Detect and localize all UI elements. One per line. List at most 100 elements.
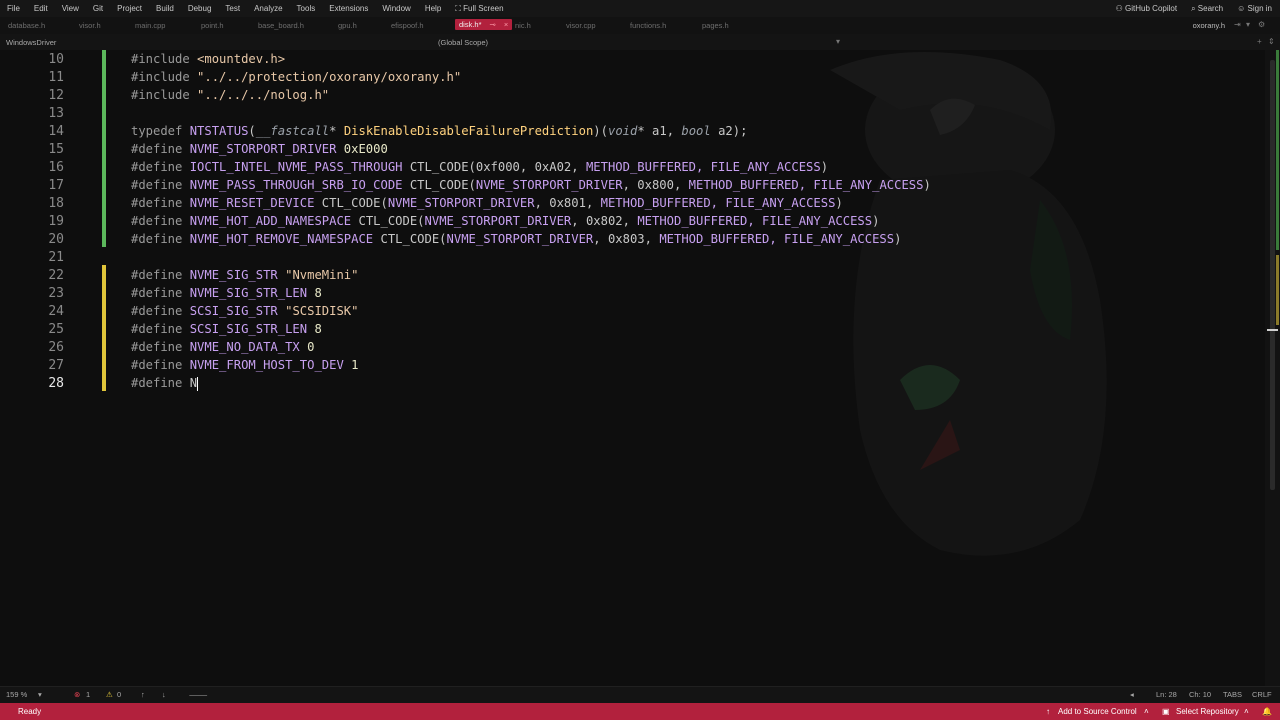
line-indicator[interactable]: Ln: 28 [1156,690,1177,699]
tab-point-h[interactable]: point.h [201,21,224,30]
scroll-position-marker [1267,329,1278,331]
chevron-down-icon[interactable]: ▾ [38,690,42,699]
arrow-up-icon[interactable]: ↑ [141,690,145,699]
menu-right: ⚇ GitHub Copilot ⌕ Search ☺ Sign in [1116,0,1272,17]
code-line: #define NVME_SIG_STR "NvmeMini" [131,268,359,282]
tab-base-board-h[interactable]: base_board.h [258,21,304,30]
vertical-scrollbar[interactable] [1265,50,1280,686]
column-indicator[interactable]: Ch: 10 [1189,690,1211,699]
line-number: 27 [48,358,64,373]
arrow-down-icon[interactable]: ↓ [162,690,166,699]
code-line: #define NVME_FROM_HOST_TO_DEV 1 [131,358,359,372]
menu-window[interactable]: Window [375,4,417,13]
code-line: #define NVME_HOT_ADD_NAMESPACE CTL_CODE(… [131,214,880,228]
tab-visor-cpp[interactable]: visor.cpp [566,21,596,30]
code-line: #define SCSI_SIG_STR "SCSIDISK" [131,304,359,318]
select-repository[interactable]: Select Repository [1176,707,1239,716]
menu-git[interactable]: Git [86,4,110,13]
error-icon[interactable]: ⊗ [74,690,80,699]
zoom-level[interactable]: 159 % [6,690,27,699]
text-caret [197,376,199,391]
tab-nic-h[interactable]: nic.h [515,21,531,30]
sign-in-button[interactable]: ☺ Sign in [1237,4,1272,13]
line-number: 21 [48,250,64,265]
code-line: #define NVME_STORPORT_DRIVER 0xE000 [131,142,388,156]
sign-in-label: Sign in [1247,4,1272,13]
menu-file[interactable]: File [0,4,27,13]
line-number: 18 [48,196,64,211]
line-number: 22 [48,268,64,283]
line-number: 16 [48,160,64,175]
project-dropdown[interactable]: WindowsDriver [6,38,56,47]
tab-disk-h[interactable]: disk.h* ⊸ × [455,19,513,30]
warning-icon[interactable]: ⚠ [106,690,113,699]
scroll-left-icon[interactable]: ◂ [1130,690,1134,699]
menu-extensions[interactable]: Extensions [322,4,375,13]
copilot-icon: ⚇ [1115,4,1126,13]
tab-disk-label: disk.h* [459,20,482,29]
tab-pages-h[interactable]: pages.h [702,21,729,30]
tab-functions-h[interactable]: functions.h [630,21,666,30]
scope-chevron-icon[interactable]: ▾ [836,37,840,46]
change-bar-modified [102,265,106,391]
line-number: 24 [48,304,64,319]
scope-dropdown[interactable]: (Global Scope) [438,38,488,47]
arrow-up-icon: ↑ [1046,707,1050,716]
fullscreen-label: Full Screen [463,3,504,13]
editor-status-bar: 159 % ▾ ⊗ 1 ⚠ 0 ↑ ↓ ⸻ ◂ Ln: 28 Ch: 10 TA… [0,686,1280,703]
code-line: #define NVME_HOT_REMOVE_NAMESPACE CTL_CO… [131,232,902,246]
tab-database-h[interactable]: database.h [8,21,45,30]
menu-view[interactable]: View [55,4,86,13]
close-icon[interactable]: × [504,20,508,29]
github-copilot-button[interactable]: ⚇ GitHub Copilot [1116,4,1177,13]
notifications-icon[interactable]: 🔔 [1262,707,1272,716]
status-ready: Ready [18,707,42,716]
search-icon: ⌕ [1191,3,1198,13]
line-number: 25 [48,322,64,337]
error-count[interactable]: 1 [86,690,90,699]
code-line: typedef NTSTATUS(__fastcall* DiskEnableD… [131,124,748,138]
code-line: #define NVME_SIG_STR_LEN 8 [131,286,322,300]
add-icon[interactable]: + [1257,37,1262,46]
menu-tools[interactable]: Tools [290,4,323,13]
overflow-tab[interactable]: oxorany.h [1193,21,1225,30]
tab-main-cpp[interactable]: main.cpp [135,21,165,30]
search-button[interactable]: ⌕ Search [1191,4,1223,14]
code-line: #define SCSI_SIG_STR_LEN 8 [131,322,322,336]
brush-icon[interactable]: ⸻ [189,690,207,701]
scrollbar-thumb[interactable] [1270,60,1275,490]
line-number: 15 [48,142,64,157]
fullscreen-button[interactable]: ⛶ Full Screen [448,4,510,14]
pin-icon[interactable]: ⊸ [490,20,496,29]
code-line: #define IOCTL_INTEL_NVME_PASS_THROUGH CT… [131,160,829,174]
code-line-current: #define N [131,376,199,391]
line-number: 23 [48,286,64,301]
line-number: 20 [48,232,64,247]
tab-visor-h[interactable]: visor.h [79,21,101,30]
menu-edit[interactable]: Edit [27,4,55,13]
split-icon[interactable]: ⇕ [1268,37,1275,46]
change-bar-added [102,50,106,247]
code-editor[interactable]: 10 11 12 13 14 15 16 17 18 19 20 21 22 2… [0,50,1265,686]
line-ending[interactable]: CRLF [1252,690,1272,699]
line-number: 13 [48,106,64,121]
menu-debug[interactable]: Debug [181,4,219,13]
menu-analyze[interactable]: Analyze [247,4,289,13]
menu-help[interactable]: Help [418,4,448,13]
tab-list-icon[interactable]: ⇥ [1234,20,1241,29]
menu-test[interactable]: Test [218,4,247,13]
menu-build[interactable]: Build [149,4,181,13]
code-line: #define NVME_RESET_DEVICE CTL_CODE(NVME_… [131,196,843,210]
tab-efispoof-h[interactable]: efispoof.h [391,21,424,30]
chevron-down-icon[interactable]: ▾ [1246,20,1250,29]
chevron-up-icon: ˄ [1244,707,1249,716]
tab-bar: database.h visor.h main.cpp point.h base… [0,17,1280,34]
warning-count[interactable]: 0 [117,690,121,699]
code-line: #define NVME_PASS_THROUGH_SRB_IO_CODE CT… [131,178,931,192]
code-line: #define NVME_NO_DATA_TX 0 [131,340,315,354]
menu-project[interactable]: Project [110,4,149,13]
settings-icon[interactable]: ⚙ [1258,20,1265,29]
indent-mode[interactable]: TABS [1223,690,1242,699]
tab-gpu-h[interactable]: gpu.h [338,21,357,30]
add-to-source-control[interactable]: Add to Source Control [1058,707,1137,716]
